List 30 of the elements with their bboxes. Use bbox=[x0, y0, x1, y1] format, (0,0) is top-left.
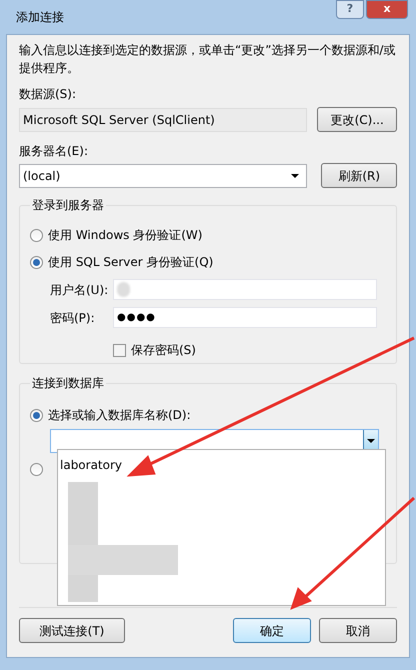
close-button[interactable]: x bbox=[366, 0, 408, 19]
dialog-button[interactable]: 取消 bbox=[319, 618, 397, 643]
radio-button[interactable] bbox=[30, 256, 43, 268]
password-field[interactable]: ●●●● bbox=[113, 307, 377, 328]
dialog-button[interactable]: 刷新(R) bbox=[321, 163, 397, 188]
field-label: 数据源(S): bbox=[19, 86, 78, 103]
redaction-blur bbox=[117, 282, 130, 297]
field-label: 服务器名(E): bbox=[19, 143, 89, 160]
radio-label: 使用 Windows 身份验证(W) bbox=[48, 227, 202, 244]
dropdown-arrow-icon bbox=[291, 174, 300, 178]
data-source-field: Microsoft SQL Server (SqlClient) bbox=[19, 108, 308, 132]
server-combo[interactable]: (local) bbox=[19, 164, 308, 188]
dialog-button[interactable]: 更改(C)... bbox=[317, 107, 397, 132]
dialog-button[interactable]: 测试连接(T) bbox=[19, 618, 125, 643]
field-label: 用户名(U): bbox=[50, 282, 110, 298]
checkbox-label: 保存密码(S) bbox=[131, 342, 196, 359]
radio-button[interactable] bbox=[30, 228, 43, 242]
window-title: 添加连接 bbox=[16, 9, 64, 26]
group-title: 连接到数据库 bbox=[31, 375, 105, 392]
description-text: 输入信息以连接到选定的数据源，或单击“更改”选择另一个数据源和/或提供程序。 bbox=[19, 42, 396, 77]
radio-label: 选择或输入数据库名称(D): bbox=[48, 407, 191, 424]
group-title: 登录到服务器 bbox=[31, 197, 105, 214]
radio-button[interactable] bbox=[30, 463, 43, 476]
dialog-button[interactable]: 确定 bbox=[233, 618, 311, 643]
radio-button[interactable] bbox=[30, 408, 43, 422]
radio-label: 使用 SQL Server 身份验证(Q) bbox=[48, 254, 214, 271]
checkbox[interactable] bbox=[113, 344, 126, 356]
list-item[interactable]: laboratory bbox=[58, 456, 124, 474]
help-button[interactable]: ? bbox=[336, 0, 364, 19]
field-label: 密码(P): bbox=[50, 310, 96, 326]
